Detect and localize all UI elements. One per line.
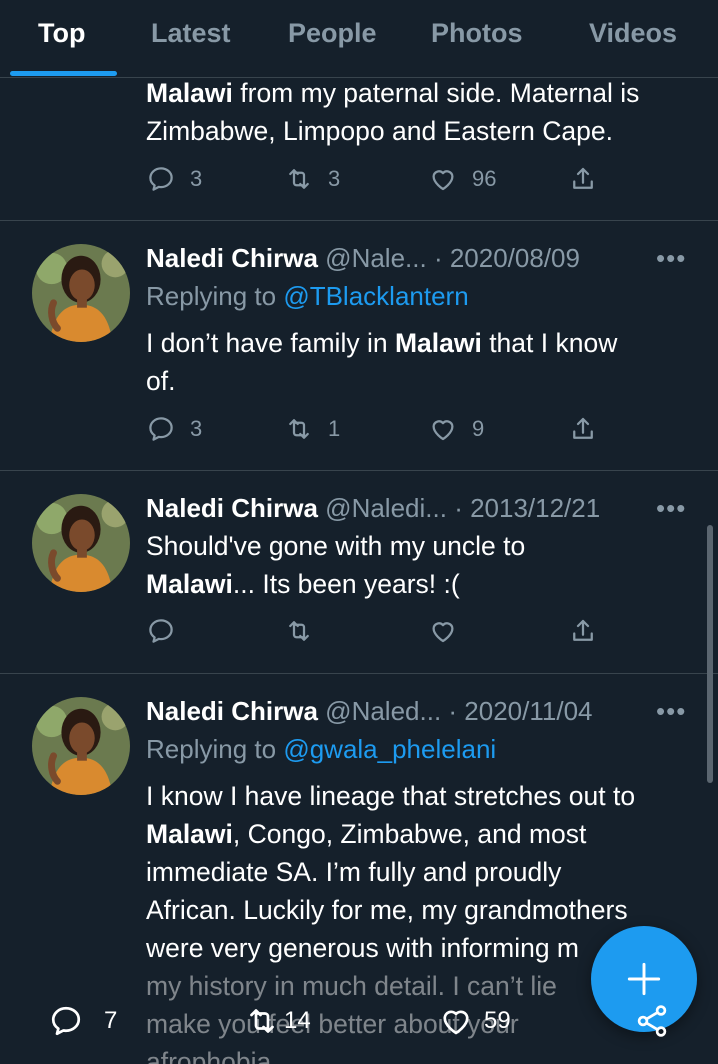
reply-count: 7 xyxy=(104,1007,118,1034)
share-button[interactable] xyxy=(634,1001,670,1041)
active-tab-indicator xyxy=(10,71,117,76)
tweet-text: Should've gone with my uncle to Malawi..… xyxy=(146,531,526,599)
tweet-actions xyxy=(146,613,606,649)
reply-button[interactable]: 3 xyxy=(146,161,202,197)
tab-top[interactable]: Top xyxy=(38,18,85,49)
reply-to-link[interactable]: @gwala_phelelani xyxy=(283,734,496,764)
retweet-button[interactable]: 14 xyxy=(244,1001,311,1041)
tweet-header: Naledi Chirwa @Nale... · 2020/08/09 xyxy=(146,243,580,273)
reply-to-link[interactable]: @TBlacklantern xyxy=(283,281,468,311)
author-handle[interactable]: @Naled... xyxy=(325,696,441,726)
share-icon xyxy=(573,619,593,641)
reply-button[interactable] xyxy=(146,613,176,649)
tweet-actions: 3 1 9 xyxy=(146,411,606,447)
share-icon xyxy=(573,167,593,189)
reply-button[interactable]: 3 xyxy=(146,411,202,447)
retweet-count: 14 xyxy=(284,1007,311,1034)
tweet-2[interactable]: Naledi Chirwa @Naledi... · 2013/12/21 ••… xyxy=(0,471,718,674)
retweet-icon xyxy=(250,1009,274,1033)
more-options-button[interactable]: ••• xyxy=(656,243,686,274)
author-name[interactable]: Naledi Chirwa xyxy=(146,243,318,273)
tweet-1[interactable]: Naledi Chirwa @Nale... · 2020/08/09 ••• … xyxy=(0,221,718,471)
retweet-count: 1 xyxy=(328,416,341,441)
profile-photo-image xyxy=(32,697,130,795)
profile-photo-image xyxy=(32,244,130,342)
tweet-actions: 3 3 96 xyxy=(146,161,606,197)
avatar[interactable] xyxy=(32,244,130,342)
heart-icon xyxy=(432,170,454,191)
share-nodes-icon xyxy=(637,1005,667,1037)
tweet-text: Malawi from my paternal side. Maternal i… xyxy=(146,78,640,146)
reply-icon xyxy=(51,1006,81,1036)
author-handle[interactable]: @Naledi... xyxy=(325,493,447,523)
like-count: 96 xyxy=(472,166,497,191)
reply-count: 3 xyxy=(190,416,203,441)
tab-latest[interactable]: Latest xyxy=(151,18,231,49)
author-handle[interactable]: @Nale... xyxy=(325,243,427,273)
reply-button[interactable]: 7 xyxy=(48,1001,117,1041)
reply-icon xyxy=(149,417,173,441)
heart-icon xyxy=(432,622,454,643)
like-button[interactable] xyxy=(428,613,458,649)
bottom-action-bar: 7 14 59 xyxy=(0,995,718,1047)
heart-icon xyxy=(432,420,454,441)
avatar[interactable] xyxy=(32,697,130,795)
tab-videos[interactable]: Videos xyxy=(589,18,677,49)
like-count: 9 xyxy=(472,416,485,441)
tab-photos[interactable]: Photos xyxy=(431,18,523,49)
reply-icon xyxy=(149,619,173,643)
reply-count: 3 xyxy=(190,166,203,191)
retweet-count: 3 xyxy=(328,166,341,191)
author-name[interactable]: Naledi Chirwa xyxy=(146,493,318,523)
retweet-icon xyxy=(289,419,309,439)
share-icon xyxy=(573,417,593,439)
tweet-date[interactable]: 2020/11/04 xyxy=(464,696,592,726)
tab-bar: Top Latest People Photos Videos xyxy=(0,0,718,78)
more-options-button[interactable]: ••• xyxy=(656,493,686,524)
replying-to: Replying to @TBlacklantern xyxy=(146,281,469,311)
tweet-text: I don’t have family in Malawi that I kno… xyxy=(146,328,618,396)
reply-icon xyxy=(149,167,173,191)
author-name[interactable]: Naledi Chirwa xyxy=(146,696,318,726)
retweet-icon xyxy=(289,621,309,641)
scrollbar-thumb[interactable] xyxy=(707,525,713,783)
replying-to: Replying to @gwala_phelelani xyxy=(146,734,497,764)
tab-people[interactable]: People xyxy=(288,18,377,49)
like-button[interactable]: 96 xyxy=(428,161,496,197)
retweet-icon xyxy=(289,169,309,189)
tweet-header: Naledi Chirwa @Naled... · 2020/11/04 xyxy=(146,696,593,726)
like-button[interactable]: 59 xyxy=(438,1001,511,1041)
retweet-button[interactable]: 1 xyxy=(284,411,340,447)
tweet-header: Naledi Chirwa @Naledi... · 2013/12/21 xyxy=(146,493,601,523)
share-button[interactable] xyxy=(568,411,598,447)
share-button[interactable] xyxy=(568,161,598,197)
share-button[interactable] xyxy=(568,613,598,649)
like-button[interactable]: 9 xyxy=(428,411,484,447)
heart-icon xyxy=(443,1010,469,1035)
tweet-date[interactable]: 2020/08/09 xyxy=(450,243,580,273)
retweet-button[interactable] xyxy=(284,613,314,649)
tweet-date[interactable]: 2013/12/21 xyxy=(470,493,600,523)
avatar[interactable] xyxy=(32,494,130,592)
profile-photo-image xyxy=(32,494,130,592)
retweet-button[interactable]: 3 xyxy=(284,161,340,197)
like-count: 59 xyxy=(484,1007,511,1034)
more-options-button[interactable]: ••• xyxy=(656,696,686,727)
